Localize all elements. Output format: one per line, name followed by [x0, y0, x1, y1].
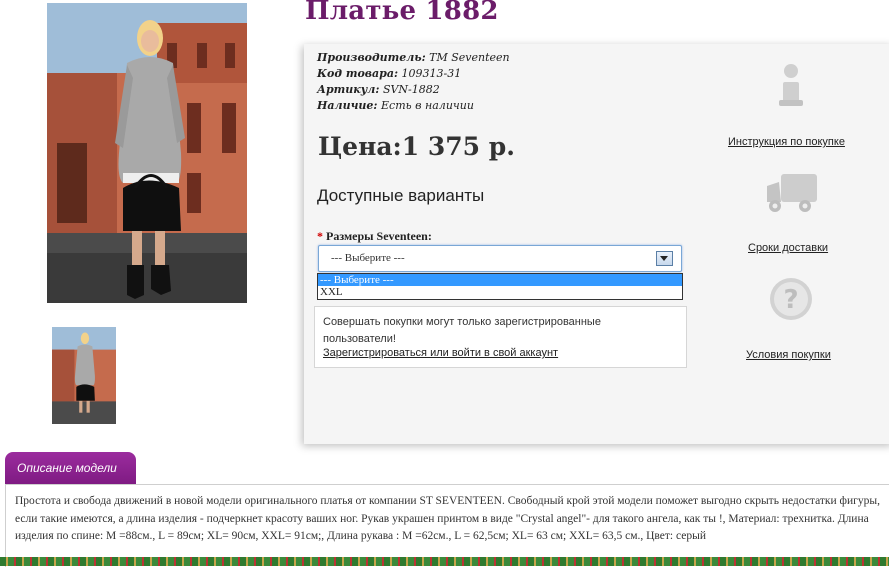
meta-manufacturer: Производитель: TM Seventeen [317, 51, 510, 64]
product-title: Платье 1882 [305, 0, 499, 26]
meta-value: 109313-31 [401, 67, 462, 80]
description-box: Простота и свобода движений в новой моде… [5, 484, 889, 567]
size-label-text: Размеры Seventeen: [326, 229, 432, 243]
size-select[interactable]: --- Выберите --- [318, 245, 682, 272]
tab-description-label: Описание модели [17, 461, 117, 475]
product-photo-illustration [47, 3, 247, 303]
product-thumbnail[interactable] [52, 327, 116, 424]
svg-text:?: ? [783, 285, 798, 315]
description-text: Простота и свобода движений в новой моде… [15, 495, 880, 543]
product-thumbnail-illustration [52, 327, 116, 424]
meta-value: Есть в наличии [381, 99, 474, 112]
required-mark: * [317, 229, 323, 243]
size-option[interactable]: --- Выберите --- [318, 274, 682, 286]
size-dropdown-list: --- Выберите --- XXL [317, 273, 683, 300]
delivery-terms-link[interactable]: Сроки доставки [748, 242, 828, 254]
chevron-down-icon[interactable] [656, 251, 673, 266]
decorative-garland [0, 557, 889, 566]
purchase-instructions-link[interactable]: Инструкция по покупке [728, 136, 845, 148]
info-icon [770, 62, 812, 112]
size-option[interactable]: XXL [318, 286, 682, 298]
product-main-image[interactable] [47, 3, 247, 303]
product-price: Цена:1 375 р. [318, 132, 515, 161]
size-select-value: --- Выберите --- [331, 252, 405, 264]
size-label: * Размеры Seventeen: [317, 229, 432, 244]
variants-heading: Доступные варианты [317, 186, 485, 205]
meta-label: Производитель: [317, 51, 426, 64]
register-login-link[interactable]: Зарегистрироваться или войти в свой акка… [323, 347, 558, 359]
login-notice: Совершать покупки могут только зарегистр… [314, 306, 687, 368]
meta-availability: Наличие: Есть в наличии [317, 99, 474, 112]
meta-product-code: Код товара: 109313-31 [317, 67, 461, 80]
meta-label: Наличие: [317, 99, 378, 112]
meta-value: TM Seventeen [429, 51, 510, 64]
question-icon: ? [768, 276, 814, 326]
truck-icon [765, 170, 819, 218]
login-notice-text: Совершать покупки могут только зарегистр… [323, 316, 601, 345]
meta-label: Артикул: [317, 83, 380, 96]
purchase-conditions-link[interactable]: Условия покупки [746, 349, 831, 361]
meta-article: Артикул: SVN-1882 [317, 83, 440, 96]
meta-label: Код товара: [317, 67, 399, 80]
tab-description[interactable]: Описание модели [5, 452, 136, 485]
meta-value: SVN-1882 [382, 83, 440, 96]
